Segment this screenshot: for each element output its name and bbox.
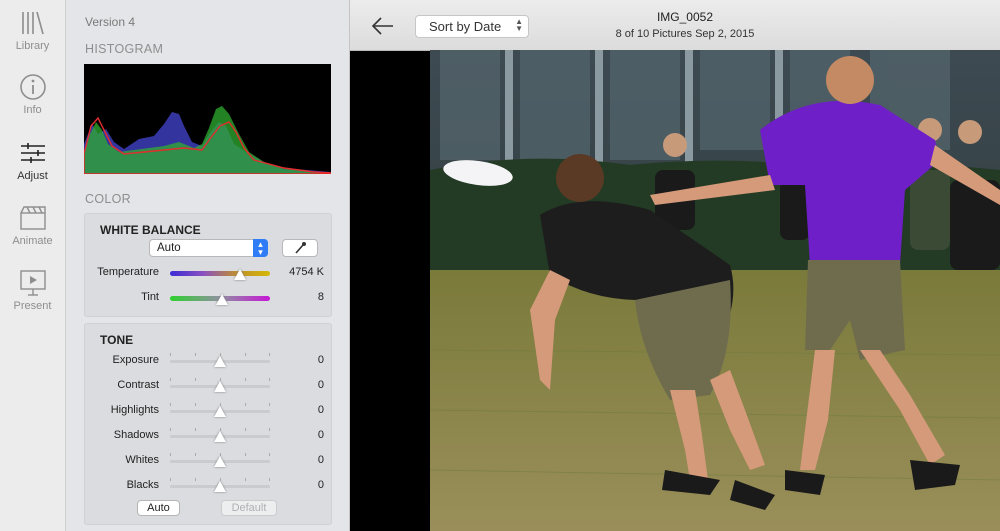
white-balance-title: WHITE BALANCE xyxy=(100,223,201,237)
white-balance-box: WHITE BALANCE Auto ▴ ▾ Temperature 4754 K… xyxy=(84,213,332,317)
rail-label-info: Info xyxy=(23,104,42,116)
eyedropper-icon xyxy=(295,242,306,254)
rail-label-animate: Animate xyxy=(12,235,53,247)
tone-value-highlights: 0 xyxy=(317,404,324,416)
tone-value-exposure: 0 xyxy=(317,354,324,366)
histogram-title: HISTOGRAM xyxy=(85,42,164,56)
viewer-toolbar: Sort by Date ▲ ▼ IMG_0052 8 of 10 Picture… xyxy=(350,0,1000,51)
rail-item-info[interactable]: Info xyxy=(0,72,65,116)
image-info: 8 of 10 Pictures Sep 2, 2015 xyxy=(615,28,755,40)
tone-value-blacks: 0 xyxy=(317,479,324,491)
tone-default-button[interactable]: Default xyxy=(221,500,277,516)
tint-slider-thumb[interactable] xyxy=(216,294,228,305)
tone-label-highlights: Highlights xyxy=(110,404,159,416)
tone-label-exposure: Exposure xyxy=(112,354,159,366)
adjust-panel: Version 4 HISTOGRAM COLOR WHITE BALANCE … xyxy=(66,0,350,531)
sort-dropdown[interactable]: Sort by Date ▲ ▼ xyxy=(415,15,529,38)
eyedropper-button[interactable] xyxy=(282,239,318,257)
image-title: IMG_0052 xyxy=(656,10,714,24)
white-balance-mode-value: Auto xyxy=(157,242,181,254)
tone-label-blacks: Blacks xyxy=(126,479,159,491)
tone-label-contrast: Contrast xyxy=(117,379,159,391)
rail-item-present[interactable]: Present xyxy=(0,268,65,312)
color-section-title: COLOR xyxy=(85,192,131,206)
back-arrow-icon[interactable] xyxy=(370,15,396,37)
temperature-slider[interactable] xyxy=(170,271,270,276)
tone-value-whites: 0 xyxy=(317,454,324,466)
sort-chevrons-icon: ▲ ▼ xyxy=(515,17,523,33)
tint-label: Tint xyxy=(141,291,159,303)
rail-label-adjust: Adjust xyxy=(17,170,48,182)
tone-slider-thumb[interactable] xyxy=(214,406,226,417)
version-label: Version 4 xyxy=(85,15,136,29)
rail-item-library[interactable]: Library xyxy=(0,8,65,52)
histogram xyxy=(84,64,331,174)
tone-label-whites: Whites xyxy=(125,454,159,466)
temperature-value: 4754 K xyxy=(289,266,324,278)
library-icon xyxy=(21,11,44,35)
tone-slider-thumb[interactable] xyxy=(214,356,226,367)
info-icon xyxy=(19,74,46,100)
white-balance-mode-select[interactable]: Auto ▴ ▾ xyxy=(149,239,268,257)
clapper-icon xyxy=(19,206,46,230)
tone-slider-thumb[interactable] xyxy=(214,431,226,442)
photo-ultimate-frisbee xyxy=(430,50,1000,531)
tone-slider-thumb[interactable] xyxy=(214,456,226,467)
tone-box: TONE Exposure 0 Contrast 0 Highlights 0 Shadow… xyxy=(84,323,332,525)
tone-slider-thumb[interactable] xyxy=(214,381,226,392)
tint-value: 8 xyxy=(317,291,324,303)
tone-slider-thumb[interactable] xyxy=(214,481,226,492)
image-viewer: Sort by Date ▲ ▼ IMG_0052 8 of 10 Picture… xyxy=(350,0,1000,531)
rail-label-library: Library xyxy=(15,40,50,52)
temperature-slider-thumb[interactable] xyxy=(234,269,246,280)
select-arrows-icon: ▴ ▾ xyxy=(253,239,268,257)
tone-auto-button[interactable]: Auto xyxy=(137,500,180,516)
rail-item-animate[interactable]: Animate xyxy=(0,203,65,247)
present-icon xyxy=(19,270,46,296)
temperature-label: Temperature xyxy=(97,266,159,278)
tone-value-contrast: 0 xyxy=(317,379,324,391)
rail-label-present: Present xyxy=(13,300,52,312)
rail-item-adjust[interactable]: Adjust xyxy=(0,138,65,182)
tone-label-shadows: Shadows xyxy=(113,429,159,441)
sliders-icon xyxy=(20,143,45,163)
mode-rail: Library Info Adjust Animate Present xyxy=(0,0,66,531)
tone-value-shadows: 0 xyxy=(317,429,324,441)
tone-title: TONE xyxy=(100,333,134,347)
sort-dropdown-label: Sort by Date xyxy=(429,19,502,34)
